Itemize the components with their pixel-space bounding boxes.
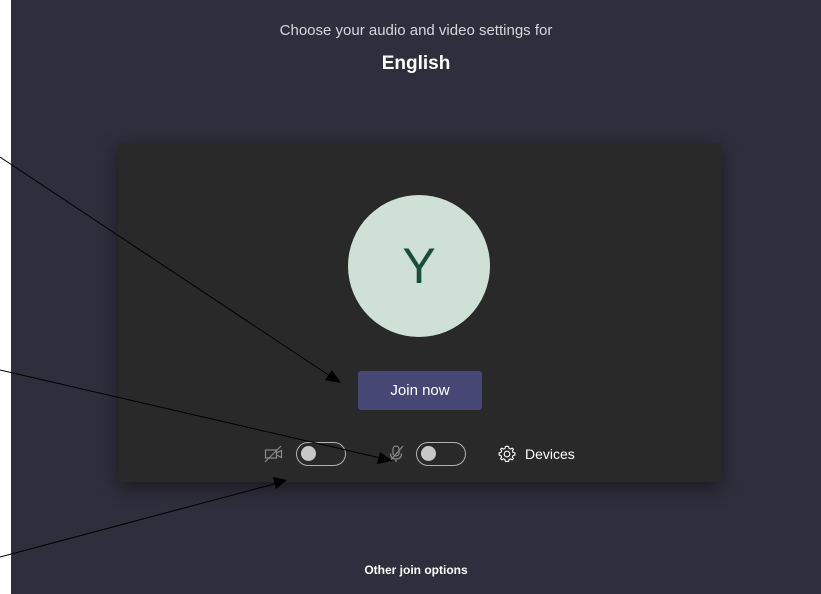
meeting-title: English [381, 53, 451, 74]
mic-toggle-knob [421, 446, 436, 461]
settings-heading: Choose your audio and video settings for [279, 22, 553, 39]
screenshot: Choose your audio and video settings for… [0, 0, 821, 594]
mic-off-icon [388, 445, 404, 463]
camera-toggle[interactable] [296, 442, 346, 466]
devices-button[interactable]: Devices [497, 443, 575, 465]
devices-label: Devices [525, 446, 575, 462]
camera-toggle-knob [301, 446, 316, 461]
gear-icon [498, 445, 516, 462]
mic-toggle[interactable] [416, 442, 466, 466]
avatar: Y [348, 195, 490, 337]
join-now-button[interactable]: Join now [358, 371, 482, 410]
camera-off-icon [264, 445, 283, 463]
other-join-options-link[interactable]: Other join options [11, 563, 821, 577]
